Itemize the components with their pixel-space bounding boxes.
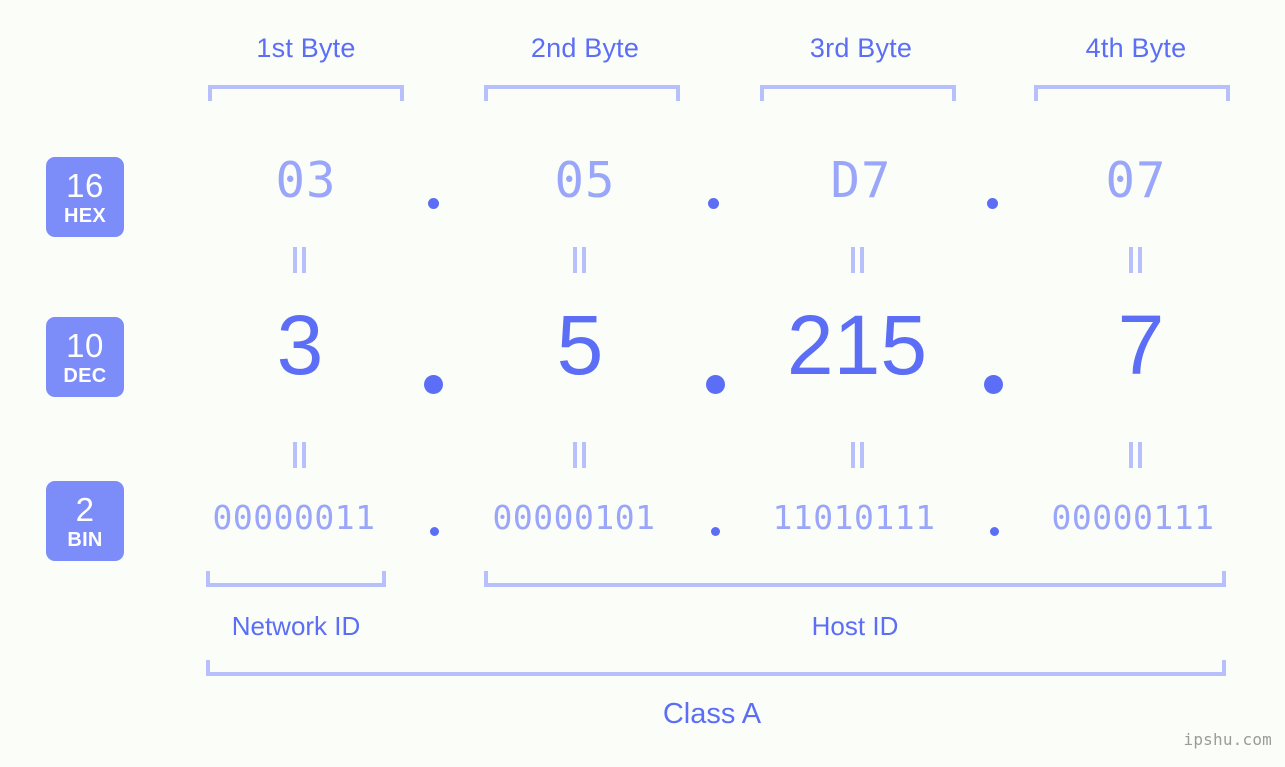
radix-badge-dec-number: 10: [66, 326, 104, 364]
bin-byte-3: 11010111: [772, 498, 936, 537]
radix-badge-bin-number: 2: [75, 490, 95, 528]
byte-header-label-1: 1st Byte: [256, 33, 356, 63]
ip-breakdown-diagram: 1st Byte 2nd Byte 3rd Byte 4th Byte 16 H…: [0, 0, 1285, 767]
hex-separator-dot-3: [987, 198, 998, 209]
byte-bracket-2: [484, 85, 680, 101]
byte-bracket-1: [208, 85, 404, 101]
radix-badge-hex-number: 16: [66, 166, 104, 204]
byte-header-label-3: 3rd Byte: [809, 33, 913, 63]
class-label: Class A: [662, 698, 762, 730]
radix-badge-dec-name: DEC: [63, 364, 107, 387]
class-bracket: [206, 660, 1226, 676]
byte-bracket-3: [760, 85, 956, 101]
site-watermark: ipshu.com: [1183, 730, 1272, 749]
equality-mark-hex-dec-2: [572, 247, 588, 273]
host-id-bracket: [484, 571, 1226, 587]
bin-separator-dot-3: [990, 527, 999, 536]
hex-byte-2: 05: [554, 152, 616, 209]
dec-byte-3: 215: [786, 298, 928, 392]
byte-header-label-4: 4th Byte: [1085, 33, 1187, 63]
hex-separator-dot-1: [428, 198, 439, 209]
bin-byte-2: 00000101: [492, 498, 656, 537]
bin-separator-dot-1: [430, 527, 439, 536]
radix-badge-bin: 2 BIN: [46, 481, 124, 561]
equality-mark-dec-bin-2: [572, 442, 588, 468]
equality-mark-hex-dec-1: [292, 247, 308, 273]
byte-header-label-2: 2nd Byte: [530, 33, 640, 63]
dec-separator-dot-2: [706, 375, 725, 394]
byte-bracket-4: [1034, 85, 1230, 101]
hex-byte-3: D7: [830, 152, 892, 209]
bin-separator-dot-2: [711, 527, 720, 536]
radix-badge-hex: 16 HEX: [46, 157, 124, 237]
equality-mark-hex-dec-4: [1128, 247, 1144, 273]
dec-byte-4: 7: [1117, 298, 1165, 392]
equality-mark-dec-bin-1: [292, 442, 308, 468]
host-id-label: Host ID: [811, 611, 899, 641]
radix-badge-dec: 10 DEC: [46, 317, 124, 397]
equality-mark-dec-bin-3: [850, 442, 866, 468]
network-id-bracket: [206, 571, 386, 587]
dec-separator-dot-1: [424, 375, 443, 394]
hex-byte-1: 03: [275, 152, 337, 209]
equality-mark-hex-dec-3: [850, 247, 866, 273]
radix-badge-hex-name: HEX: [63, 204, 107, 227]
dec-byte-2: 5: [556, 298, 604, 392]
radix-badge-bin-name: BIN: [67, 528, 103, 551]
dec-byte-1: 3: [276, 298, 324, 392]
dec-separator-dot-3: [984, 375, 1003, 394]
hex-byte-4: 07: [1105, 152, 1167, 209]
equality-mark-dec-bin-4: [1128, 442, 1144, 468]
bin-byte-4: 00000111: [1051, 498, 1215, 537]
network-id-label: Network ID: [231, 611, 361, 641]
bin-byte-1: 00000011: [212, 498, 376, 537]
hex-separator-dot-2: [708, 198, 719, 209]
